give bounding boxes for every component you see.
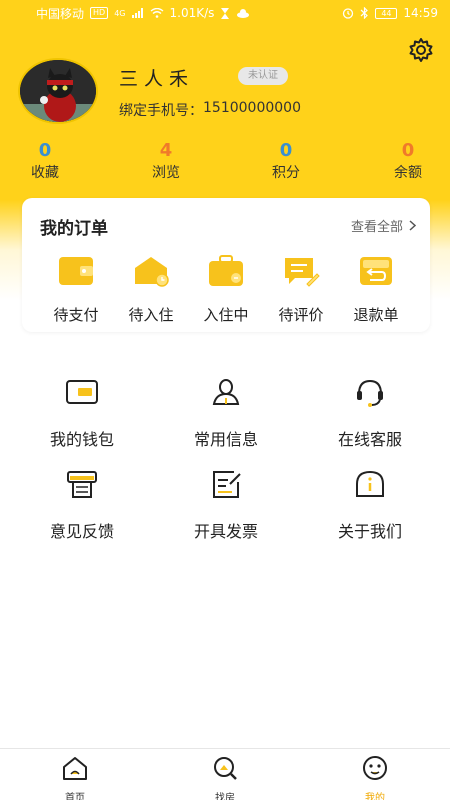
headset-icon	[357, 379, 383, 407]
menu-about-us[interactable]: 关于我们	[300, 468, 440, 542]
tab-home[interactable]: 首页	[35, 755, 115, 800]
menu-label: 我的钱包	[49, 430, 114, 449]
tab-label: 我的	[365, 793, 385, 800]
status-bar: 中国移动 HD 4G 1.01K/s 44 14:59	[0, 0, 450, 26]
order-checked-in[interactable]: 入住中	[188, 254, 264, 325]
stat-value: 0	[279, 140, 293, 161]
menu-customer-service[interactable]: 在线客服	[300, 376, 440, 450]
order-label: 入住中	[203, 306, 249, 324]
tab-find-room[interactable]: 找房	[185, 755, 265, 800]
stat-label: 收藏	[31, 165, 59, 181]
stat-label: 积分	[272, 165, 300, 181]
alarm-icon	[343, 8, 354, 19]
user-name: 三人禾	[119, 68, 195, 90]
order-label: 待入住	[128, 306, 174, 324]
phone-row: 绑定手机号： 15100000000	[119, 100, 301, 120]
network-speed: 1.01K/s	[169, 6, 215, 20]
hourglass-icon	[221, 7, 230, 19]
face-icon	[363, 756, 387, 780]
envelope-clock-icon	[135, 257, 169, 287]
order-label: 待支付	[53, 306, 99, 324]
stat-points[interactable]: 0 积分	[246, 140, 326, 183]
menu-label: 常用信息	[193, 430, 258, 449]
network-type: 4G	[114, 8, 126, 18]
battery-icon: 44	[375, 7, 398, 19]
bluetooth-icon	[361, 7, 369, 19]
clock-time: 14:59	[403, 6, 438, 20]
signal-icon	[131, 8, 143, 18]
menu-wallet[interactable]: 我的钱包	[12, 376, 152, 450]
menu-feedback[interactable]: 意见反馈	[12, 468, 152, 542]
order-refunds[interactable]: 退款单	[338, 254, 414, 325]
stats-row: 0 收藏 4 浏览 0 积分 0 余额	[0, 140, 450, 184]
tab-label: 首页	[65, 793, 85, 800]
stat-value: 0	[401, 140, 415, 161]
stat-label: 余额	[394, 165, 422, 181]
home-icon	[63, 757, 87, 780]
menu-common-info[interactable]: 常用信息	[156, 376, 296, 450]
order-pending-payment[interactable]: 待支付	[38, 254, 114, 325]
hd-badge: HD	[90, 7, 109, 19]
menu-label: 意见反馈	[49, 522, 114, 541]
view-all-orders-link[interactable]: 查看全部	[351, 216, 416, 235]
card-icon	[66, 380, 98, 404]
refund-icon	[360, 257, 392, 285]
tab-mine[interactable]: 我的	[335, 755, 415, 800]
verification-badge[interactable]: 未认证	[238, 67, 288, 85]
search-home-icon	[214, 757, 237, 780]
menu-invoice[interactable]: 开具发票	[156, 468, 296, 542]
menu-label: 开具发票	[193, 522, 258, 541]
order-label: 退款单	[353, 306, 399, 324]
bottom-tab-bar: 首页 找房 我的	[0, 748, 450, 800]
carrier-name: 中国移动	[36, 6, 85, 21]
info-icon	[356, 470, 384, 497]
stat-label: 浏览	[152, 165, 180, 181]
invoice-edit-icon	[213, 471, 241, 498]
printer-icon	[67, 471, 97, 498]
stat-value: 0	[38, 140, 52, 161]
user-icon	[212, 379, 240, 405]
wifi-icon	[150, 8, 163, 18]
order-label: 待评价	[278, 306, 324, 324]
wallet-icon	[59, 257, 93, 285]
stat-favorites[interactable]: 0 收藏	[5, 140, 85, 183]
cloud-icon	[237, 9, 250, 18]
orders-title: 我的订单	[40, 219, 108, 239]
stat-value: 4	[159, 140, 173, 161]
order-pending-review[interactable]: 待评价	[263, 254, 339, 325]
phone-label: 绑定手机号：	[119, 103, 203, 119]
tab-label: 找房	[215, 793, 235, 800]
menu-label: 关于我们	[337, 522, 402, 541]
menu-label: 在线客服	[337, 430, 402, 449]
suitcase-icon	[209, 255, 243, 286]
phone-number: 15100000000	[203, 100, 301, 116]
orders-card: 我的订单 查看全部 待支付 待入住 入住中 待评价 退款单	[22, 198, 430, 332]
chevron-right-icon	[409, 220, 416, 231]
stat-balance[interactable]: 0 余额	[368, 140, 448, 183]
view-all-label: 查看全部	[350, 220, 403, 235]
comment-edit-icon	[285, 258, 320, 287]
stat-history[interactable]: 4 浏览	[126, 140, 206, 183]
settings-gear-icon[interactable]	[408, 37, 434, 63]
order-pending-checkin[interactable]: 待入住	[113, 254, 189, 325]
avatar[interactable]	[18, 58, 98, 124]
